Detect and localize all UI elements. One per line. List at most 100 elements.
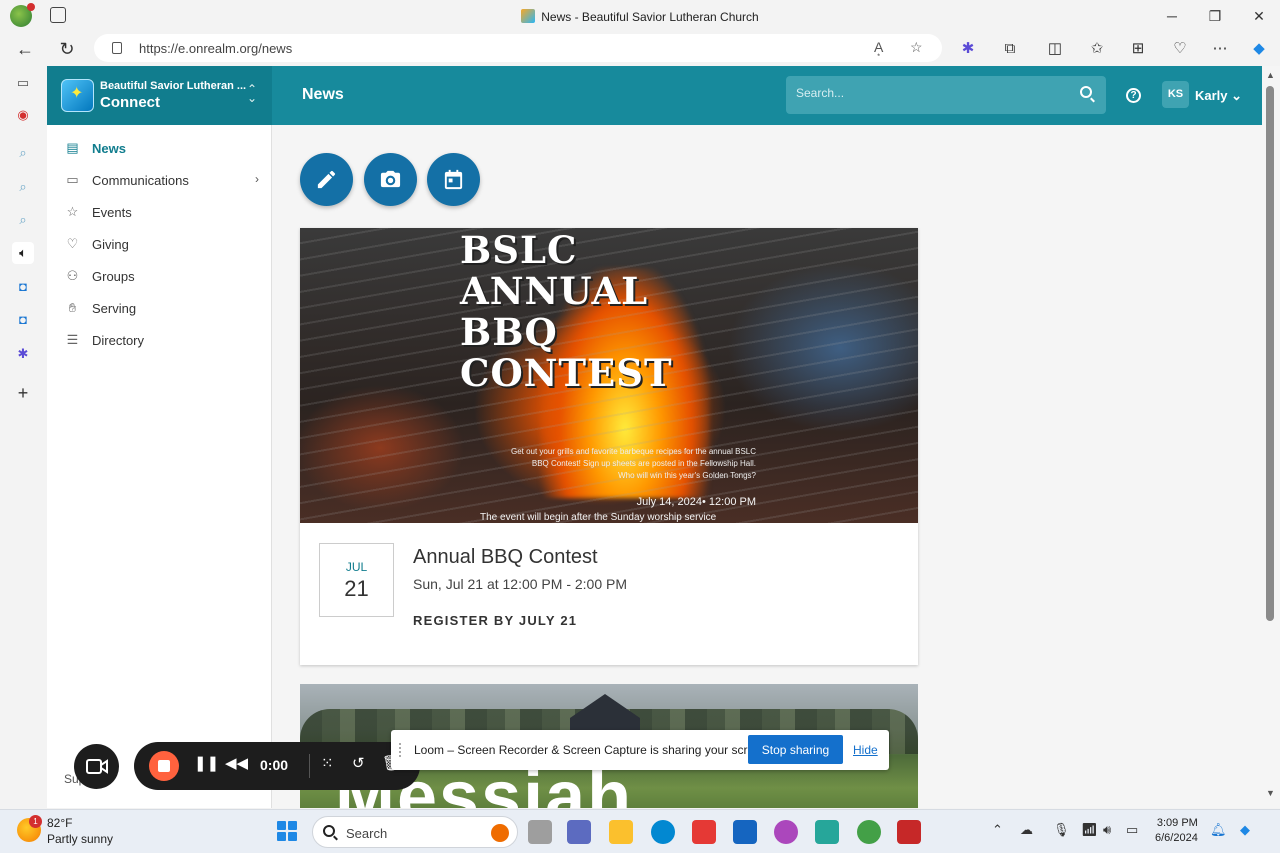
close-window-button[interactable]: ✕ [1249, 6, 1269, 26]
store-icon[interactable] [692, 820, 716, 844]
chrome-icon[interactable] [857, 820, 881, 844]
nav-item-giving[interactable]: ♡ Giving [64, 233, 259, 257]
pencil-icon [317, 170, 336, 189]
nav-item-groups[interactable]: ⚇ Groups [64, 265, 259, 289]
search-icon[interactable] [1080, 86, 1092, 98]
favorite-star-icon[interactable]: ☆ [910, 39, 923, 56]
add-icon[interactable]: + [12, 382, 34, 404]
nav-item-label: Communications [92, 173, 189, 188]
avatar[interactable]: KS [1162, 81, 1189, 108]
address-bar[interactable]: https://e.onrealm.org/news A͙ ☆ [94, 34, 942, 62]
file-explorer-icon[interactable] [609, 820, 633, 844]
nav-item-directory[interactable]: ☰ Directory [64, 329, 259, 353]
user-name[interactable]: Karly ⌄ [1195, 88, 1242, 104]
loom-stop-recording-button[interactable] [149, 751, 179, 781]
lock-icon[interactable] [112, 42, 122, 54]
restore-button[interactable]: ❐ [1205, 6, 1225, 26]
search-highlight-icon [491, 824, 509, 842]
copilot-icon[interactable]: ◆ [1248, 38, 1270, 60]
taskbar-search[interactable]: Search [312, 816, 518, 848]
search-icon [323, 825, 335, 837]
restart-icon[interactable]: ↺ [352, 754, 365, 772]
task-view-icon[interactable] [528, 820, 552, 844]
search-icon[interactable]: ⌕ [12, 209, 34, 231]
clock-time[interactable]: 3:09 PM [1155, 816, 1198, 831]
search-icon[interactable]: ⌕ [12, 142, 34, 164]
pause-icon[interactable]: ❚❚ [194, 754, 219, 772]
drag-handle-icon[interactable] [399, 743, 402, 757]
nav-item-serving[interactable]: ✋︎ Serving [64, 297, 259, 321]
event-card[interactable]: BSLC ANNUAL BBQ CONTEST Get out your gri… [300, 228, 918, 665]
browser-essentials-icon[interactable]: ♡ [1169, 38, 1191, 60]
extension-icon[interactable]: ✱ [12, 343, 34, 365]
more-menu-icon[interactable]: ⋯ [1209, 38, 1231, 60]
event-title[interactable]: Annual BBQ Contest [413, 546, 598, 569]
directory-icon: ☰ [66, 332, 79, 347]
extensions-puzzle-icon[interactable]: ⧉ [999, 38, 1021, 60]
copilot-taskbar-icon[interactable]: ◆ [1240, 822, 1250, 838]
event-day: 21 [344, 576, 369, 601]
search-box[interactable] [786, 76, 1106, 114]
user-name-text[interactable]: Karly [1195, 88, 1228, 103]
favorites-icon[interactable]: ✩ [1086, 38, 1108, 60]
help-icon[interactable]: ? [1126, 88, 1141, 103]
record-icon[interactable]: ◉ [12, 104, 34, 126]
event-hero-image[interactable]: BSLC ANNUAL BBQ CONTEST Get out your gri… [300, 228, 918, 523]
rewind-icon[interactable]: ◀◀ [225, 754, 248, 772]
volume-icon[interactable]: 🔊︎ [1103, 822, 1111, 838]
split-screen-icon[interactable]: ◫ [1044, 38, 1066, 60]
add-event-button[interactable] [427, 153, 480, 206]
start-button[interactable] [277, 821, 297, 841]
weather-condition[interactable]: Partly sunny [47, 832, 113, 846]
hero-note: The event will begin after the Sunday wo… [480, 512, 717, 523]
chat-bubble-icon[interactable]: ◘ [12, 276, 34, 298]
microphone-icon[interactable]: 🎙︎ [1053, 822, 1070, 838]
notification-bell-icon[interactable]: 🔔︎ [1210, 822, 1227, 838]
show-hidden-icons-icon[interactable]: ⌃ [992, 822, 1003, 838]
nav-item-events[interactable]: ☆ Events [64, 201, 259, 225]
refresh-button[interactable]: ↻ [56, 38, 78, 60]
add-photo-button[interactable] [364, 153, 417, 206]
collections-icon[interactable]: ⊞ [1127, 38, 1149, 60]
stop-sharing-button[interactable]: Stop sharing [748, 735, 843, 764]
chat-bubble-icon[interactable]: ◘ [12, 309, 34, 331]
scroll-up-arrow-icon[interactable]: ▲ [1266, 70, 1275, 80]
minimize-button[interactable]: ─ [1162, 6, 1182, 26]
onedrive-cloud-icon[interactable]: ☁ [1020, 822, 1033, 838]
search-input[interactable] [796, 86, 1066, 100]
battery-icon[interactable]: ▭ [1126, 822, 1138, 838]
taskbar-search-label[interactable]: Search [346, 826, 387, 841]
page-scrollbar[interactable]: ▲ ▼ [1262, 66, 1280, 808]
grid-dots-icon[interactable]: ⁙ [321, 754, 334, 772]
speaker-icon[interactable]: 🔈︎ [12, 242, 34, 264]
extension-icon[interactable]: ✱ [957, 38, 979, 60]
vertical-tabs-icon[interactable]: ▭ [12, 72, 34, 94]
write-post-button[interactable] [300, 153, 353, 206]
url-text[interactable]: https://e.onrealm.org/news [139, 41, 292, 56]
teams-icon[interactable] [567, 820, 591, 844]
snipping-tool-icon[interactable] [897, 820, 921, 844]
scroll-down-arrow-icon[interactable]: ▼ [1266, 788, 1275, 798]
butterfly-app-icon[interactable] [815, 820, 839, 844]
scrollbar-thumb[interactable] [1266, 86, 1274, 621]
read-aloud-icon[interactable]: A͙ [874, 39, 883, 55]
edge-browser-icon[interactable] [651, 820, 675, 844]
wifi-icon[interactable]: 📶︎ [1081, 822, 1098, 838]
back-button[interactable]: ← [14, 38, 36, 60]
hide-banner-link[interactable]: Hide [853, 743, 878, 757]
nav-item-communications[interactable]: ▭ Communications › [64, 169, 259, 193]
search-icon[interactable]: ⌕ [12, 176, 34, 198]
system-clock[interactable]: 3:09 PM 6/6/2024 [1155, 816, 1198, 846]
clock-date[interactable]: 6/6/2024 [1155, 831, 1198, 846]
event-month: JUL [345, 560, 368, 574]
register-link[interactable]: REGISTER BY JULY 21 [413, 613, 577, 628]
org-switcher[interactable]: ✦ Beautiful Savior Lutheran ... Connect … [47, 66, 272, 125]
chrome-canary-icon[interactable] [774, 820, 798, 844]
camera-icon [380, 170, 401, 188]
loom-camera-button[interactable] [74, 744, 119, 789]
nav-item-news[interactable]: ▤ News [64, 137, 259, 161]
chevron-down-icon: ⌄ [1231, 88, 1243, 103]
weather-temp[interactable]: 82°F [47, 816, 72, 830]
hand-heart-icon: ♡ [66, 236, 79, 251]
mail-icon[interactable] [733, 820, 757, 844]
